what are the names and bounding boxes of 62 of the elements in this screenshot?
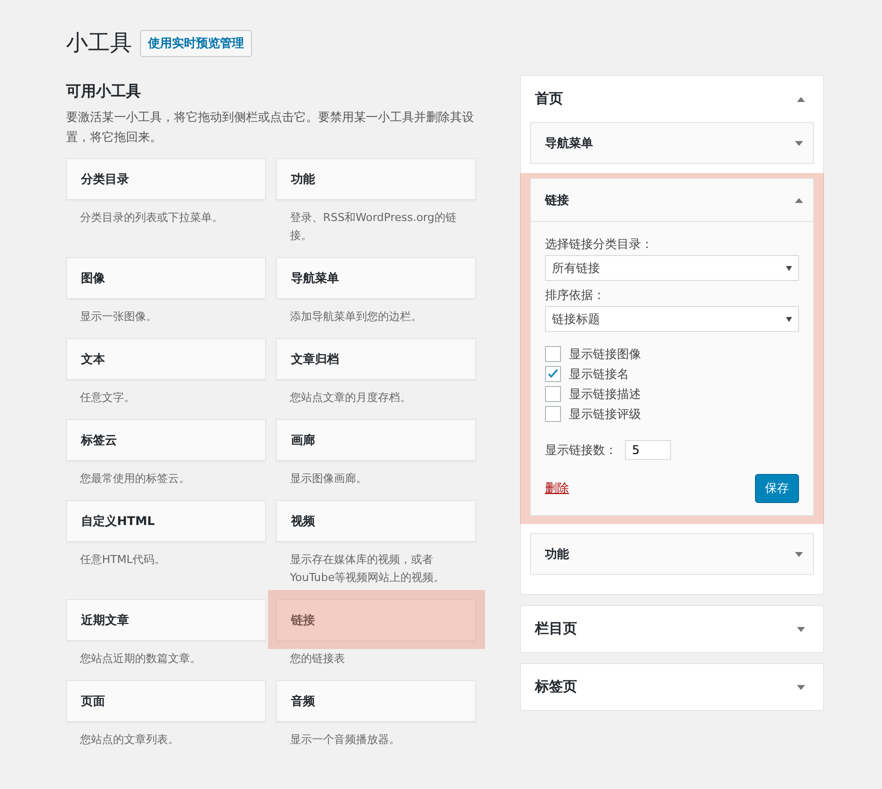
caret-icon[interactable] bbox=[795, 198, 803, 202]
checkbox-label: 显示链接图像 bbox=[569, 346, 641, 362]
section-heading: 可用小工具 bbox=[66, 82, 142, 101]
widget-description: 您站点文章的月度存档。 bbox=[289, 390, 412, 406]
widget-description: 分类目录的列表或下拉菜单。 bbox=[79, 210, 224, 226]
widget-description: 显示一张图像。 bbox=[79, 309, 158, 325]
widget-item[interactable]: 分类目录 bbox=[66, 158, 266, 200]
widget-item[interactable]: 文章归档 bbox=[276, 338, 476, 380]
page-title: 小工具 bbox=[66, 30, 132, 58]
checkbox-label: 显示链接描述 bbox=[569, 386, 641, 402]
save-button[interactable]: 保存 bbox=[755, 474, 799, 503]
widget-item[interactable]: 页面 bbox=[66, 680, 266, 722]
widget-description: 显示存在媒体库的视频，或者YouTube等视频网站上的视频。 bbox=[289, 552, 446, 586]
widget-item[interactable]: 标签云 bbox=[66, 419, 266, 461]
widget-item[interactable]: 图像 bbox=[66, 257, 266, 299]
widget-description: 登录、RSS和WordPress.org的链接。 bbox=[289, 210, 458, 244]
widget-description: 添加导航菜单到您的边栏。 bbox=[289, 309, 423, 325]
caret-icon[interactable] bbox=[795, 140, 803, 146]
checkbox[interactable] bbox=[545, 406, 561, 422]
dropdown-arrow-icon bbox=[786, 316, 792, 322]
widget-item[interactable]: 自定义HTML bbox=[66, 500, 266, 542]
field-label: 排序依据： bbox=[545, 287, 606, 304]
caret-icon[interactable] bbox=[797, 626, 805, 632]
checkbox[interactable] bbox=[545, 346, 561, 362]
caret-icon[interactable] bbox=[797, 96, 805, 102]
widget-item[interactable]: 链接 bbox=[276, 599, 476, 641]
widget-description: 显示图像画廊。 bbox=[289, 471, 368, 487]
checkbox-label: 显示链接名 bbox=[569, 366, 629, 382]
widget-description: 显示一个音频播放器。 bbox=[289, 732, 401, 748]
widget-item[interactable]: 导航菜单 bbox=[276, 257, 476, 299]
category-select[interactable]: 所有链接 bbox=[545, 255, 799, 281]
checkbox[interactable] bbox=[545, 366, 561, 382]
number-field[interactable]: 5 bbox=[625, 440, 671, 460]
widget-title[interactable]: 功能 bbox=[545, 546, 569, 562]
field-label: 选择链接分类目录： bbox=[545, 236, 654, 253]
checkbox[interactable] bbox=[545, 386, 561, 402]
widget-item[interactable]: 画廊 bbox=[276, 419, 476, 461]
sidebar-title[interactable]: 栏目页 bbox=[535, 620, 577, 638]
widget-description: 您站点近期的数篇文章。 bbox=[79, 651, 202, 667]
order-select[interactable]: 链接标题 bbox=[545, 306, 799, 332]
sidebar-title[interactable]: 首页 bbox=[535, 90, 563, 108]
checkbox-label: 显示链接评级 bbox=[569, 406, 641, 422]
widget-description: 您站点的文章列表。 bbox=[79, 732, 180, 748]
widget-item[interactable]: 音频 bbox=[276, 680, 476, 722]
widget-title[interactable]: 导航菜单 bbox=[545, 134, 593, 152]
delete-link[interactable]: 删除 bbox=[545, 480, 569, 497]
widget-item[interactable]: 视频 bbox=[276, 500, 476, 542]
widget-description: 任意HTML代码。 bbox=[79, 552, 167, 568]
widget-description: 您的链接表 bbox=[289, 651, 346, 667]
widget-item[interactable]: 近期文章 bbox=[66, 599, 266, 641]
widget-description: 任意文字。 bbox=[79, 390, 136, 406]
caret-icon[interactable] bbox=[797, 684, 805, 690]
field-label: 显示链接数： bbox=[545, 442, 617, 458]
widget-title[interactable]: 链接 bbox=[545, 192, 569, 208]
sidebar-title[interactable]: 标签页 bbox=[535, 678, 577, 696]
widget-item[interactable]: 文本 bbox=[66, 338, 266, 380]
section-description: 要激活某一小工具，将它拖动到侧栏或点击它。要禁用某一小工具并删除其设置，将它拖回来。 bbox=[66, 109, 475, 146]
widget-item[interactable]: 功能 bbox=[276, 158, 476, 200]
caret-icon[interactable] bbox=[795, 552, 803, 556]
manage-button[interactable]: 使用实时预览管理 bbox=[140, 30, 252, 56]
widget-description: 您最常使用的标签云。 bbox=[79, 471, 191, 487]
dropdown-arrow-icon bbox=[786, 266, 792, 270]
